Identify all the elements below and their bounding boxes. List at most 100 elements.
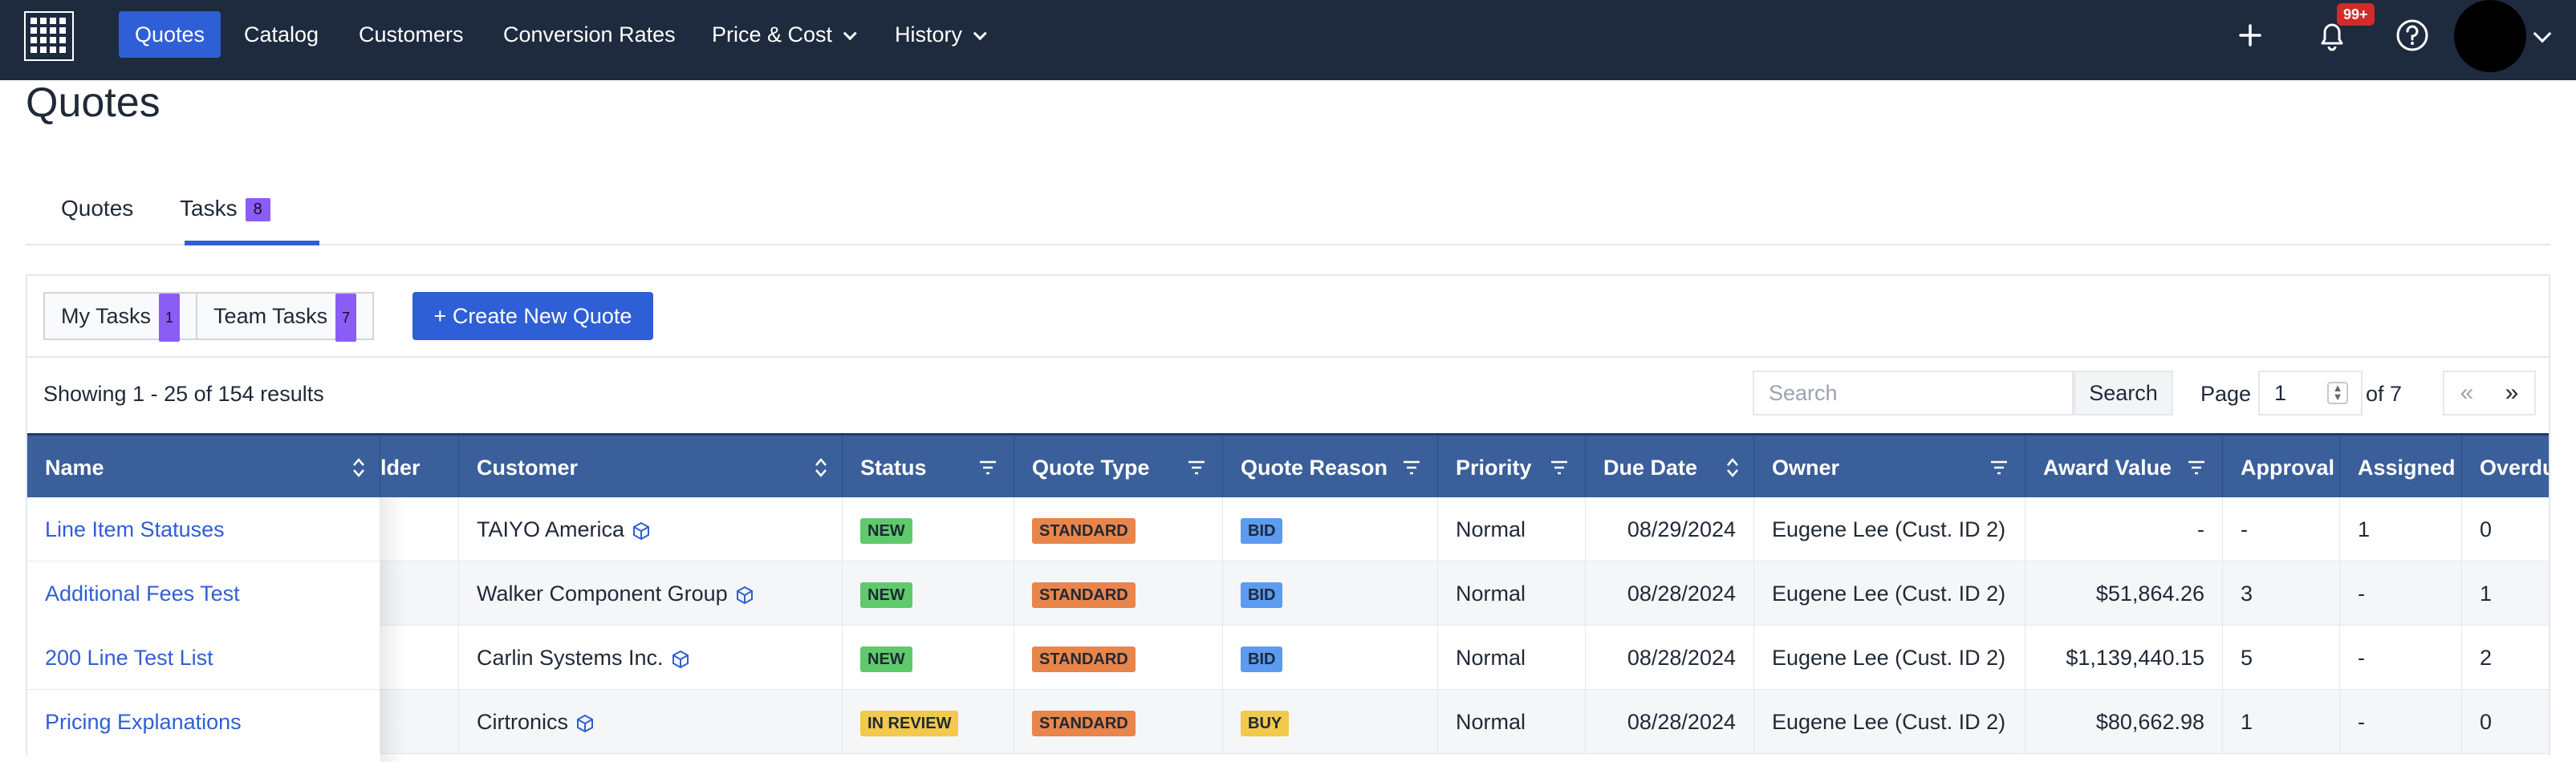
nav-label: History xyxy=(895,22,963,47)
notification-badge: 99+ xyxy=(2337,3,2375,26)
search-button[interactable]: Search xyxy=(2074,371,2173,415)
filter-icon[interactable] xyxy=(1550,460,1569,476)
sort-icon[interactable] xyxy=(815,456,827,479)
quote-reason-badge: BID xyxy=(1241,646,1283,672)
column-header-assigned[interactable]: Assigned xyxy=(2340,436,2462,500)
status-badge: NEW xyxy=(860,517,912,544)
table-row[interactable]: 200 Line Test List Carlin Systems Inc. N… xyxy=(27,626,2549,690)
assigned-cell: - xyxy=(2340,690,2462,754)
quote-reason-badge: BUY xyxy=(1241,710,1290,736)
cube-icon[interactable] xyxy=(631,521,652,541)
column-header-customer[interactable]: Customer xyxy=(459,436,843,500)
help-icon[interactable] xyxy=(2395,18,2430,53)
nav-conversion-rates[interactable]: Conversion Rates xyxy=(487,11,692,58)
nav-catalog[interactable]: Catalog xyxy=(228,11,335,58)
quote-reason-badge: BID xyxy=(1241,517,1283,544)
table-row[interactable]: Line Item Statuses TAIYO America NEW STA… xyxy=(27,497,2549,561)
page-number-input[interactable]: 1 ▲ ▼ xyxy=(2258,371,2363,415)
column-title: Status xyxy=(860,456,927,480)
column-header-award-value[interactable]: Award Value xyxy=(2025,436,2223,500)
nav-customers[interactable]: Customers xyxy=(343,11,480,58)
tab-bar: Quotes Tasks 8 xyxy=(26,181,2550,245)
prev-page-button[interactable]: « xyxy=(2444,372,2489,414)
table-row[interactable]: Pricing Explanations Cirtronics IN REVIE… xyxy=(27,690,2549,754)
filter-icon[interactable] xyxy=(1187,460,1206,476)
nav-label: Price & Cost xyxy=(712,22,833,47)
nav-price-cost[interactable]: Price & Cost xyxy=(696,11,867,58)
column-header-due-date[interactable]: Due Date xyxy=(1586,436,1754,500)
column-header-priority[interactable]: Priority xyxy=(1438,436,1586,500)
assigned-cell: - xyxy=(2340,561,2462,626)
page-stepper-icon[interactable]: ▲ ▼ xyxy=(2327,382,2348,404)
next-page-button[interactable]: » xyxy=(2489,372,2534,414)
nav-label: Customers xyxy=(359,22,464,47)
quote-type-badge: STANDARD xyxy=(1032,582,1136,608)
column-title: Approval xyxy=(2241,456,2335,480)
quote-name-link[interactable]: Additional Fees Test xyxy=(27,561,380,626)
column-header-approval[interactable]: Approval xyxy=(2223,436,2340,500)
column-title: Assigned xyxy=(2358,456,2456,480)
customer-cell: Carlin Systems Inc. xyxy=(459,626,843,690)
column-header-builder[interactable]: lder xyxy=(380,436,459,500)
status-badge: NEW xyxy=(860,646,912,672)
table-row[interactable]: Additional Fees Test Walker Component Gr… xyxy=(27,561,2549,626)
filter-icon[interactable] xyxy=(1989,460,2009,476)
tab-tasks[interactable]: Tasks 8 xyxy=(180,196,270,222)
task-filter-toggle: My Tasks 1 Team Tasks 7 xyxy=(43,292,375,342)
pagination-controls: « » xyxy=(2443,371,2536,415)
owner-cell: Eugene Lee (Cust. ID 2) xyxy=(1754,626,2025,690)
search-input[interactable] xyxy=(1753,371,2074,415)
approval-cell: 5 xyxy=(2223,626,2340,690)
status-cell: NEW xyxy=(843,497,1014,561)
column-header-overdue[interactable]: Overdue xyxy=(2462,436,2549,500)
sort-icon[interactable] xyxy=(352,456,365,479)
owner-cell: Eugene Lee (Cust. ID 2) xyxy=(1754,561,2025,626)
quote-type-badge: STANDARD xyxy=(1032,646,1136,672)
chevron-down-icon[interactable] xyxy=(2533,24,2552,43)
customer-name: Cirtronics xyxy=(477,710,569,734)
filter-icon[interactable] xyxy=(2187,460,2206,476)
top-navbar: Quotes Catalog Customers Conversion Rate… xyxy=(0,0,2576,80)
column-header-owner[interactable]: Owner xyxy=(1754,436,2025,500)
tab-quotes[interactable]: Quotes xyxy=(61,196,133,221)
cube-icon[interactable] xyxy=(670,649,691,670)
overdue-cell: 0 xyxy=(2480,517,2493,541)
filter-icon[interactable] xyxy=(978,460,997,476)
grid-logo-icon[interactable] xyxy=(24,11,74,61)
award-value-cell: $1,139,440.15 xyxy=(2025,626,2223,690)
plus-icon[interactable] xyxy=(2236,21,2265,50)
column-header-quote-reason[interactable]: Quote Reason xyxy=(1223,436,1438,500)
column-header-name[interactable]: Name xyxy=(27,436,380,500)
column-header-quote-type[interactable]: Quote Type xyxy=(1014,436,1223,500)
status-badge: IN REVIEW xyxy=(860,710,959,736)
filter-icon[interactable] xyxy=(1402,460,1421,476)
create-new-quote-button[interactable]: + Create New Quote xyxy=(412,292,653,340)
status-cell: NEW xyxy=(843,561,1014,626)
sticky-column-shadow xyxy=(380,497,404,762)
results-summary: Showing 1 - 25 of 154 results xyxy=(43,382,324,406)
sort-icon[interactable] xyxy=(1726,456,1739,479)
tasks-count-badge: 8 xyxy=(245,198,270,222)
approval-cell: 3 xyxy=(2223,561,2340,626)
quote-name-link[interactable]: Pricing Explanations xyxy=(27,690,380,754)
quote-reason-cell: BUY xyxy=(1223,690,1438,754)
quote-name-link[interactable]: Line Item Statuses xyxy=(27,497,380,561)
cube-icon[interactable] xyxy=(575,713,595,734)
overdue-cell: 0 xyxy=(2480,710,2493,734)
column-title: Priority xyxy=(1456,456,1532,480)
column-title: Name xyxy=(45,456,104,480)
team-tasks-label: Team Tasks xyxy=(213,304,328,329)
chevron-down-icon xyxy=(973,26,987,41)
quote-name-link[interactable]: 200 Line Test List xyxy=(27,626,380,690)
page-total: of 7 xyxy=(2366,382,2403,406)
approval-cell: - xyxy=(2223,497,2340,561)
status-badge: NEW xyxy=(860,582,912,608)
avatar[interactable] xyxy=(2454,0,2526,72)
column-header-status[interactable]: Status xyxy=(843,436,1014,500)
nav-quotes[interactable]: Quotes xyxy=(119,11,221,58)
priority-cell: Normal xyxy=(1438,497,1586,561)
my-tasks-button[interactable]: My Tasks 1 xyxy=(45,294,196,342)
team-tasks-button[interactable]: Team Tasks 7 xyxy=(196,294,372,342)
nav-history[interactable]: History xyxy=(879,11,997,58)
cube-icon[interactable] xyxy=(734,585,755,606)
